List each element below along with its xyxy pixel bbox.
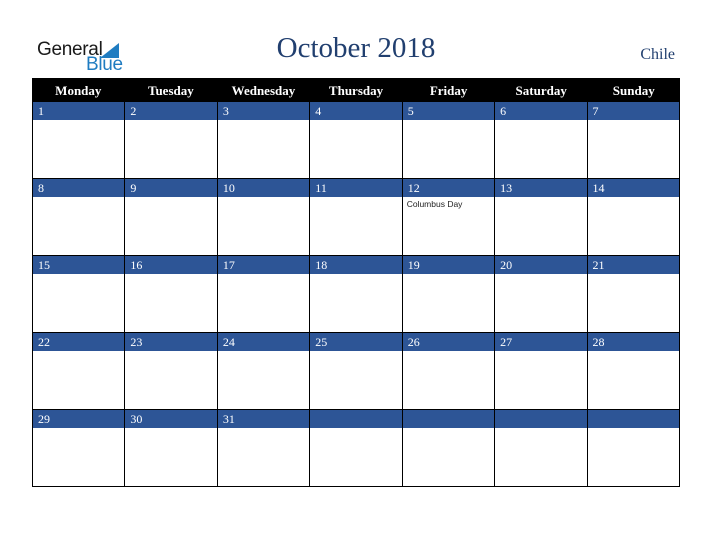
day-number: 24 [217, 333, 310, 351]
day-number: 3 [217, 102, 310, 120]
weekday-wednesday: Wednesday [231, 83, 296, 98]
weekday-sunday: Sunday [612, 83, 655, 98]
day-cell[interactable]: 5 [402, 102, 496, 179]
day-cell[interactable]: 9 [125, 179, 218, 256]
day-cell[interactable]: 26 [402, 333, 496, 410]
day-number: 27 [495, 333, 587, 351]
day-cell[interactable]: 14 [587, 179, 680, 256]
day-cell[interactable]: 24 [217, 333, 311, 410]
day-cell[interactable] [402, 410, 496, 487]
weekday-thursday: Thursday [328, 83, 384, 98]
day-cell[interactable]: 22 [33, 333, 126, 410]
day-number: 20 [495, 256, 587, 274]
day-cell[interactable]: 17 [217, 256, 311, 333]
day-number: 21 [587, 256, 679, 274]
day-cell[interactable]: 1 [33, 102, 126, 179]
day-number: 25 [310, 333, 402, 351]
calendar-grid: Monday Tuesday Wednesday Thursday Friday Satu… [32, 78, 680, 487]
day-cell[interactable] [495, 410, 588, 487]
day-cell[interactable]: 10 [217, 179, 311, 256]
day-cell[interactable]: 11 [310, 179, 403, 256]
day-number: 5 [402, 102, 495, 120]
weekday-friday: Friday [429, 83, 468, 98]
day-number: 22 [33, 333, 125, 351]
weekday-tuesday: Tuesday [147, 83, 194, 98]
day-cell[interactable]: 23 [125, 333, 218, 410]
day-cell[interactable]: 13 [495, 179, 588, 256]
day-cell[interactable] [587, 410, 680, 487]
calendar-title: October 2018 [276, 32, 436, 64]
day-cell[interactable]: 12 Columbus Day [402, 179, 496, 256]
day-number: 8 [33, 179, 125, 197]
day-number: 17 [217, 256, 310, 274]
day-cell[interactable]: 27 [495, 333, 588, 410]
day-cell[interactable]: 31 [217, 410, 311, 487]
day-number: 28 [587, 333, 679, 351]
day-number: 15 [33, 256, 125, 274]
day-number: 11 [310, 179, 402, 197]
weekday-header: Monday Tuesday Wednesday Thursday Friday Satu… [32, 78, 680, 102]
day-cell[interactable]: 16 [125, 256, 218, 333]
day-number: 26 [402, 333, 495, 351]
day-number: 29 [33, 410, 125, 428]
day-cell[interactable]: 6 [495, 102, 588, 179]
holiday-label: Columbus Day [406, 199, 463, 209]
day-number: 4 [310, 102, 402, 120]
day-cell[interactable]: 30 [125, 410, 218, 487]
day-number [495, 410, 587, 428]
weekday-saturday: Saturday [515, 83, 567, 98]
day-number [587, 410, 679, 428]
day-number: 18 [310, 256, 402, 274]
day-number: 23 [125, 333, 217, 351]
day-number: 6 [495, 102, 587, 120]
country-label: Chile [640, 46, 675, 63]
day-cell[interactable]: 29 [33, 410, 126, 487]
day-number: 31 [217, 410, 310, 428]
day-cell[interactable]: 25 [310, 333, 403, 410]
day-number: 9 [125, 179, 217, 197]
day-number: 16 [125, 256, 217, 274]
day-cell[interactable]: 18 [310, 256, 403, 333]
day-number: 19 [402, 256, 495, 274]
week-row: 8 9 10 11 12 Columbus Day 13 14 [32, 179, 680, 256]
day-cell[interactable]: 2 [125, 102, 218, 179]
day-cell[interactable]: 7 [587, 102, 680, 179]
week-row: 22 23 24 25 26 27 28 [32, 333, 680, 410]
day-cell[interactable]: 20 [495, 256, 588, 333]
week-row: 1234567 [32, 102, 680, 179]
day-cell[interactable]: 28 [587, 333, 680, 410]
day-number: 1 [33, 102, 125, 120]
day-cell[interactable]: 19 [402, 256, 496, 333]
weekday-monday: Monday [55, 83, 102, 98]
day-number: 10 [217, 179, 310, 197]
day-number: 2 [125, 102, 217, 120]
week-row: 29 30 31 [32, 410, 680, 487]
day-cell[interactable]: 21 [587, 256, 680, 333]
day-cell[interactable]: 3 [217, 102, 311, 179]
day-number [402, 410, 495, 428]
day-number: 30 [125, 410, 217, 428]
day-number [310, 410, 402, 428]
day-cell[interactable]: 4 [310, 102, 403, 179]
day-number: 12 [402, 179, 495, 197]
day-cell[interactable] [310, 410, 403, 487]
week-row: 15 16 17 18 19 20 21 [32, 256, 680, 333]
day-cell[interactable]: 8 [33, 179, 126, 256]
day-number: 14 [587, 179, 679, 197]
day-cell[interactable]: 15 [33, 256, 126, 333]
day-number: 13 [495, 179, 587, 197]
day-number: 7 [587, 102, 679, 120]
